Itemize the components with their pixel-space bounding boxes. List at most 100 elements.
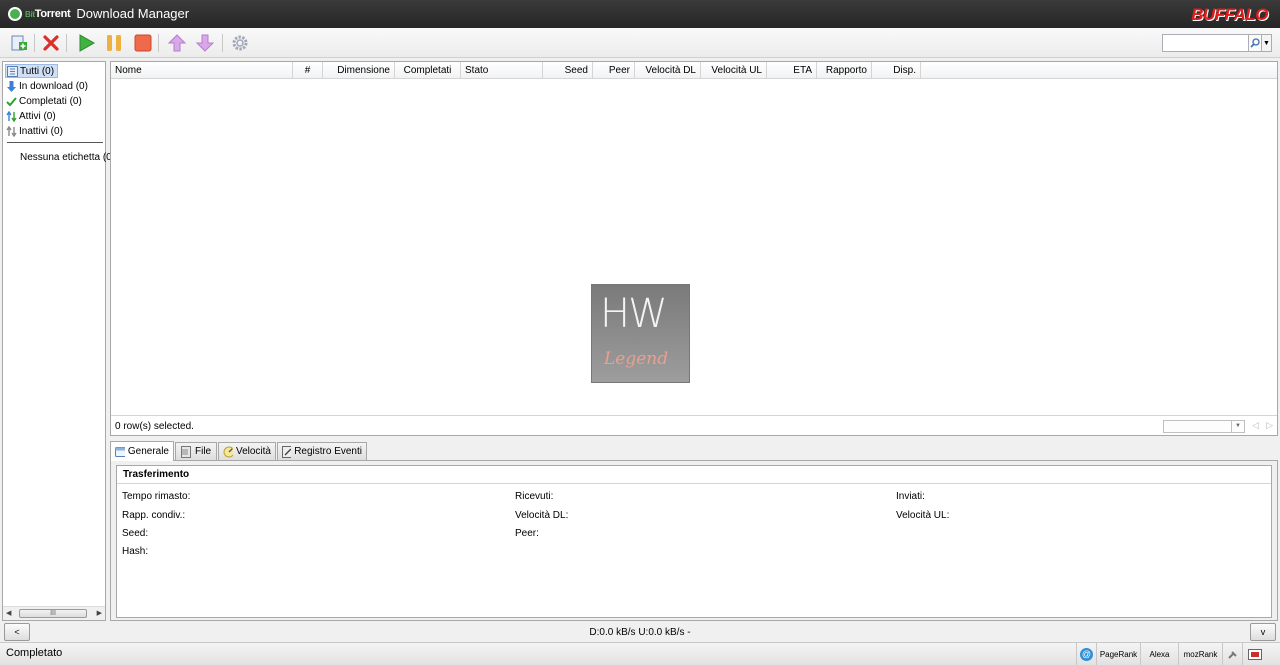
column-header-eta[interactable]: ETA (767, 62, 817, 79)
column-header-seeds[interactable]: Seed (543, 62, 593, 79)
remove-button[interactable] (40, 32, 62, 54)
column-header-status[interactable]: Stato (461, 62, 543, 79)
chevron-down-icon: ▼ (1231, 421, 1244, 432)
search-icon (1250, 38, 1260, 48)
toolbar-separator (222, 34, 223, 52)
alexa-item[interactable]: Alexa (1140, 643, 1178, 665)
column-header-ul-speed[interactable]: Velocità UL (701, 62, 767, 79)
flag-icon[interactable] (1242, 643, 1266, 665)
torrent-list: Nome # Dimensione Completati Stato Seed … (110, 61, 1278, 436)
window-title: Download Manager (76, 6, 190, 21)
toolbar-separator (66, 34, 67, 52)
page-prev-icon[interactable]: ◁ (1252, 420, 1259, 431)
tab-label: Generale (127, 446, 169, 457)
add-torrent-button[interactable] (8, 32, 30, 54)
move-down-button[interactable] (194, 32, 216, 54)
toolbar: ▼ (0, 28, 1280, 58)
section-title: Trasferimento (117, 466, 1271, 484)
sidebar-item-label: Attivi (0) (19, 110, 56, 122)
check-icon (5, 95, 17, 107)
tab-event-log[interactable]: Registro Eventi (277, 442, 367, 460)
field-ul-speed: Velocità UL: (896, 510, 950, 521)
column-header-completed[interactable]: Completati (395, 62, 461, 79)
transfer-bar: D:0.0 kB/s U:0.0 kB/s - < v (2, 622, 1278, 642)
sidebar-item-label: In download (0) (19, 80, 88, 92)
page-next-icon[interactable]: ▷ (1266, 420, 1273, 431)
sidebar-item-label: Inattivi (0) (19, 125, 63, 137)
search-button[interactable] (1248, 34, 1262, 52)
collapse-left-button[interactable]: < (4, 623, 30, 641)
gear-icon (232, 35, 248, 51)
sidebar-item-inactive[interactable]: Inattivi (0) (5, 124, 66, 138)
title-bar: BitTorrent Download Manager BUFFALO (0, 0, 1280, 28)
field-time-remaining: Tempo rimasto: (122, 491, 191, 502)
download-arrow-icon (5, 80, 17, 92)
arrow-down-icon (196, 34, 214, 52)
speed-tab-icon (223, 446, 233, 457)
plugin-icon[interactable] (1222, 643, 1242, 665)
field-peers: Peer: (515, 528, 539, 539)
start-button[interactable] (75, 32, 97, 54)
settings-button[interactable] (229, 32, 251, 54)
column-header-number[interactable]: # (293, 62, 323, 79)
category-sidebar: Tutti (0) In download (0) Completati (0)… (2, 61, 115, 621)
active-icon (5, 110, 17, 122)
all-icon (6, 65, 18, 77)
toolbar-separator (158, 34, 159, 52)
column-header-dl-speed[interactable]: Velocità DL (635, 62, 701, 79)
status-bar: Completato @ PageRank Alexa mozRank (0, 642, 1280, 665)
status-text: Completato (6, 647, 63, 659)
toolbar-separator (34, 34, 35, 52)
page-select[interactable]: ▼ (1163, 420, 1245, 433)
transfer-section: Trasferimento Tempo rimasto: Ricevuti: I… (116, 465, 1272, 618)
scroll-thumb[interactable]: III (19, 609, 87, 618)
tab-files[interactable]: File (175, 442, 217, 460)
sidebar-item-completed[interactable]: Completati (0) (5, 94, 85, 108)
app-brand: BitTorrent (25, 7, 71, 20)
tab-speed[interactable]: Velocità (218, 442, 276, 460)
mozrank-item[interactable]: mozRank (1178, 643, 1222, 665)
tab-label: Velocità (235, 446, 271, 457)
scroll-right-icon[interactable]: ▶ (97, 609, 102, 617)
sidebar-horizontal-scrollbar[interactable]: ◀ III ▶ (3, 606, 105, 620)
column-header-availability[interactable]: Disp. (872, 62, 921, 79)
move-up-button[interactable] (166, 32, 188, 54)
column-header-peers[interactable]: Peer (593, 62, 635, 79)
field-sent: Inviati: (896, 491, 925, 502)
add-file-icon (11, 35, 27, 51)
log-tab-icon (282, 445, 292, 458)
at-icon[interactable]: @ (1076, 643, 1096, 665)
column-header-size[interactable]: Dimensione (323, 62, 395, 79)
sidebar-item-downloading[interactable]: In download (0) (5, 79, 91, 93)
details-panel: Trasferimento Tempo rimasto: Ricevuti: I… (110, 460, 1278, 621)
app-logo: BitTorrent Download Manager (8, 6, 189, 21)
general-tab-icon (115, 446, 125, 457)
pagerank-item[interactable]: PageRank (1096, 643, 1140, 665)
column-header-ratio[interactable]: Rapporto (817, 62, 872, 79)
tab-label: Registro Eventi (294, 446, 362, 457)
tab-label: File (195, 446, 212, 457)
search-input[interactable] (1162, 34, 1250, 52)
detail-tabs: Generale File Velocità Registro Eventi (110, 441, 1278, 461)
watermark-bottom-text: Legend (604, 349, 669, 369)
utorrent-logo-icon (8, 6, 22, 21)
pause-button[interactable] (103, 32, 125, 54)
selection-count: 0 row(s) selected. (115, 421, 194, 432)
scroll-left-icon[interactable]: ◀ (6, 609, 11, 617)
sidebar-item-label: Completati (0) (19, 95, 82, 107)
transfer-speed-text: D:0.0 kB/s U:0.0 kB/s - (589, 627, 691, 638)
sidebar-item-no-label[interactable]: Nessuna etichetta (0) (20, 152, 115, 163)
tab-general[interactable]: Generale (110, 441, 174, 461)
sidebar-item-all[interactable]: Tutti (0) (5, 64, 59, 78)
collapse-down-button[interactable]: v (1250, 623, 1276, 641)
sidebar-item-active[interactable]: Attivi (0) (5, 109, 59, 123)
arrow-up-icon (168, 34, 186, 52)
column-header-name[interactable]: Nome (111, 62, 293, 79)
search-dropdown-button[interactable]: ▼ (1261, 34, 1272, 52)
stop-icon (134, 34, 152, 52)
pause-icon (107, 35, 121, 51)
stop-button[interactable] (132, 32, 154, 54)
sidebar-divider (7, 142, 103, 143)
chevron-down-icon: ▼ (1263, 39, 1270, 47)
field-share-ratio: Rapp. condiv.: (122, 510, 186, 521)
